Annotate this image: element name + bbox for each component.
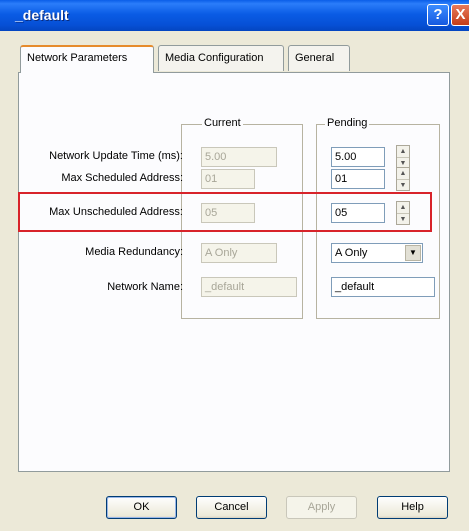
current-group-label: Current xyxy=(202,117,243,129)
apply-button[interactable]: Apply xyxy=(286,496,357,519)
max-scheduled-address-label: Max Scheduled Address: xyxy=(61,172,183,184)
pending-network-update-time-input[interactable]: 5.00 xyxy=(331,147,385,167)
tab-media-configuration[interactable]: Media Configuration xyxy=(158,45,284,71)
chevron-down-icon[interactable]: ▼ xyxy=(405,245,421,261)
network-update-time-label: Network Update Time (ms): xyxy=(49,150,183,162)
window-title: _default xyxy=(15,7,69,23)
tab-general[interactable]: General xyxy=(288,45,350,71)
pending-group-label: Pending xyxy=(325,117,370,129)
max-scheduled-address-spinner[interactable]: ▲ ▼ xyxy=(396,167,410,191)
pending-network-name-input[interactable]: _default xyxy=(331,277,435,297)
current-network-name-field: _default xyxy=(201,277,297,297)
media-redundancy-label: Media Redundancy: xyxy=(85,246,183,258)
current-max-scheduled-address-field: 01 xyxy=(201,169,255,189)
help-button[interactable]: Help xyxy=(377,496,448,519)
cancel-button[interactable]: Cancel xyxy=(196,496,267,519)
highlight-box xyxy=(18,192,432,232)
ok-button[interactable]: OK xyxy=(106,496,177,519)
current-network-update-time-field: 5.00 xyxy=(201,147,277,167)
pending-media-redundancy-select[interactable]: A Only ▼ xyxy=(331,243,423,263)
close-icon[interactable]: X xyxy=(451,4,469,26)
network-name-label: Network Name: xyxy=(107,281,183,293)
help-icon[interactable]: ? xyxy=(427,4,449,26)
tab-network-parameters[interactable]: Network Parameters xyxy=(20,45,154,73)
title-bar[interactable]: _default ? X xyxy=(0,0,469,31)
current-media-redundancy-field: A Only xyxy=(201,243,277,263)
pending-max-scheduled-address-input[interactable]: 01 xyxy=(331,169,385,189)
network-update-time-spinner[interactable]: ▲ ▼ xyxy=(396,145,410,169)
media-redundancy-value: A Only xyxy=(335,247,368,259)
